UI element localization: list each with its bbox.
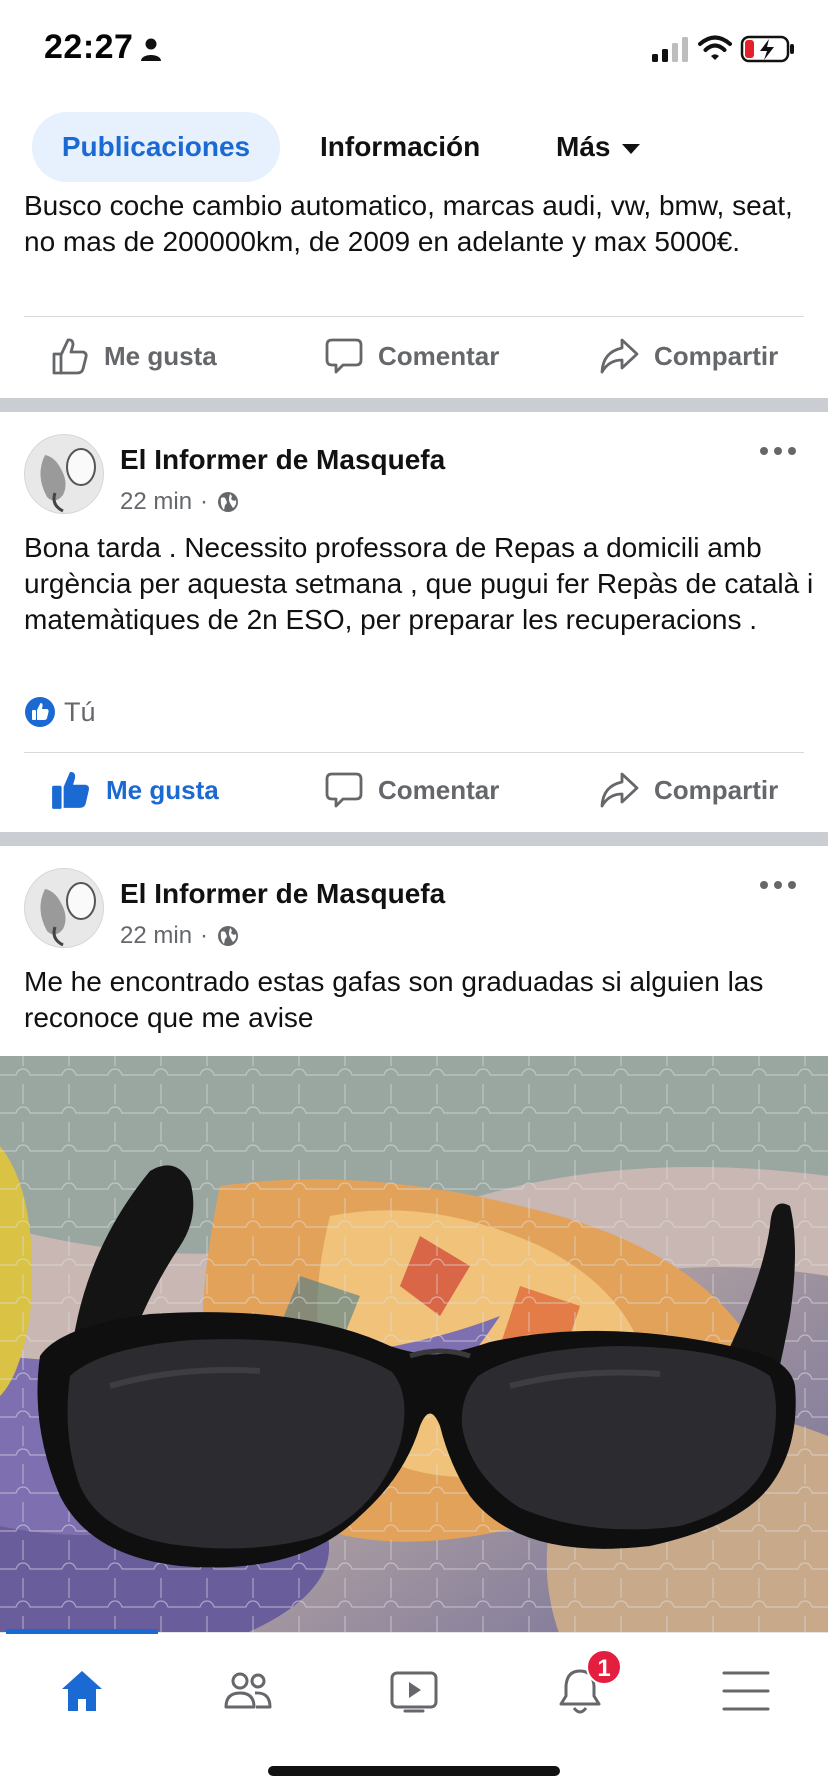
- share-button[interactable]: Compartir: [598, 318, 778, 394]
- post-action-bar: Me gusta Comentar Compartir: [0, 752, 828, 828]
- status-time: 22:27: [44, 28, 134, 66]
- meta-separator: ·: [200, 922, 209, 949]
- home-icon: [62, 1671, 102, 1711]
- share-icon: [600, 338, 639, 374]
- nav-menu-button[interactable]: [716, 1663, 776, 1719]
- comment-label: Comentar: [378, 774, 500, 805]
- post-time[interactable]: 22 min: [120, 922, 192, 950]
- author-name[interactable]: El Informer de Masquefa: [120, 444, 445, 476]
- like-label: Me gusta: [106, 774, 219, 805]
- share-label: Compartir: [654, 774, 779, 805]
- like-label: Me gusta: [104, 340, 217, 371]
- comment-icon: [325, 772, 363, 808]
- friends-icon: [224, 1672, 272, 1709]
- avatar-image: [25, 869, 103, 947]
- post-text: Me he encontrado estas gafas son graduad…: [24, 966, 764, 1033]
- tab-publicaciones[interactable]: Publicaciones: [32, 112, 280, 182]
- post-header: El Informer de Masquefa 22 min ·: [0, 868, 828, 958]
- comment-label: Comentar: [378, 340, 500, 371]
- glasses-photo: [0, 1056, 828, 1636]
- tab-informacion[interactable]: Información: [320, 112, 480, 182]
- meta-separator: ·: [200, 488, 209, 515]
- menu-icon: [722, 1671, 770, 1711]
- post-meta: 22 min ·: [120, 922, 240, 950]
- post-time[interactable]: 22 min: [120, 488, 192, 516]
- like-reaction-icon: [25, 697, 55, 727]
- tab-mas[interactable]: Más: [556, 112, 641, 182]
- post-meta: 22 min ·: [120, 488, 240, 516]
- nav-friends-button[interactable]: [218, 1663, 278, 1719]
- avatar[interactable]: [24, 434, 104, 514]
- notification-badge: 1: [586, 1649, 622, 1685]
- avatar[interactable]: [24, 868, 104, 948]
- share-icon: [600, 772, 639, 808]
- share-label: Compartir: [654, 340, 779, 371]
- author-name[interactable]: El Informer de Masquefa: [120, 878, 445, 910]
- comment-icon: [325, 338, 363, 374]
- post-text: Bona tarda . Necessito professora de Rep…: [24, 532, 814, 635]
- profile-tabs: Publicaciones Información Más: [0, 96, 828, 196]
- active-tab-indicator: [6, 1629, 158, 1634]
- home-indicator: [268, 1766, 560, 1776]
- thumbs-up-icon: [52, 338, 88, 375]
- battery-charging-icon: [740, 35, 794, 63]
- avatar-image: [25, 435, 103, 513]
- tab-mas-label: Más: [556, 131, 611, 162]
- more-options-icon[interactable]: [758, 878, 798, 892]
- nav-home-button[interactable]: [52, 1663, 112, 1719]
- post-action-bar: Me gusta Comentar Compartir: [0, 318, 828, 394]
- divider: [24, 316, 804, 317]
- like-button[interactable]: Me gusta: [50, 752, 219, 828]
- nav-video-button[interactable]: [384, 1663, 444, 1719]
- reactions-summary[interactable]: Tú: [24, 696, 96, 728]
- caret-down-icon: [622, 143, 641, 154]
- post-text: Busco coche cambio automatico, marcas au…: [24, 190, 793, 257]
- comment-button[interactable]: Comentar: [324, 752, 499, 828]
- globe-icon: [218, 492, 239, 512]
- post-separator: [0, 398, 828, 412]
- wifi-icon: [698, 35, 732, 60]
- globe-icon: [218, 926, 239, 946]
- more-options-icon[interactable]: [758, 444, 798, 458]
- post-separator: [0, 832, 828, 846]
- reactions-label: Tú: [64, 696, 96, 727]
- post-photo[interactable]: [0, 1056, 828, 1636]
- share-button[interactable]: Compartir: [598, 752, 778, 828]
- like-button[interactable]: Me gusta: [50, 318, 217, 394]
- signal-icon: [652, 37, 688, 62]
- thumbs-up-filled-icon: [52, 772, 90, 809]
- post-header: El Informer de Masquefa 22 min ·: [0, 434, 828, 524]
- person-icon: [141, 38, 161, 61]
- video-icon: [390, 1671, 438, 1713]
- status-bar: 22:27: [0, 0, 828, 96]
- comment-button[interactable]: Comentar: [324, 318, 499, 394]
